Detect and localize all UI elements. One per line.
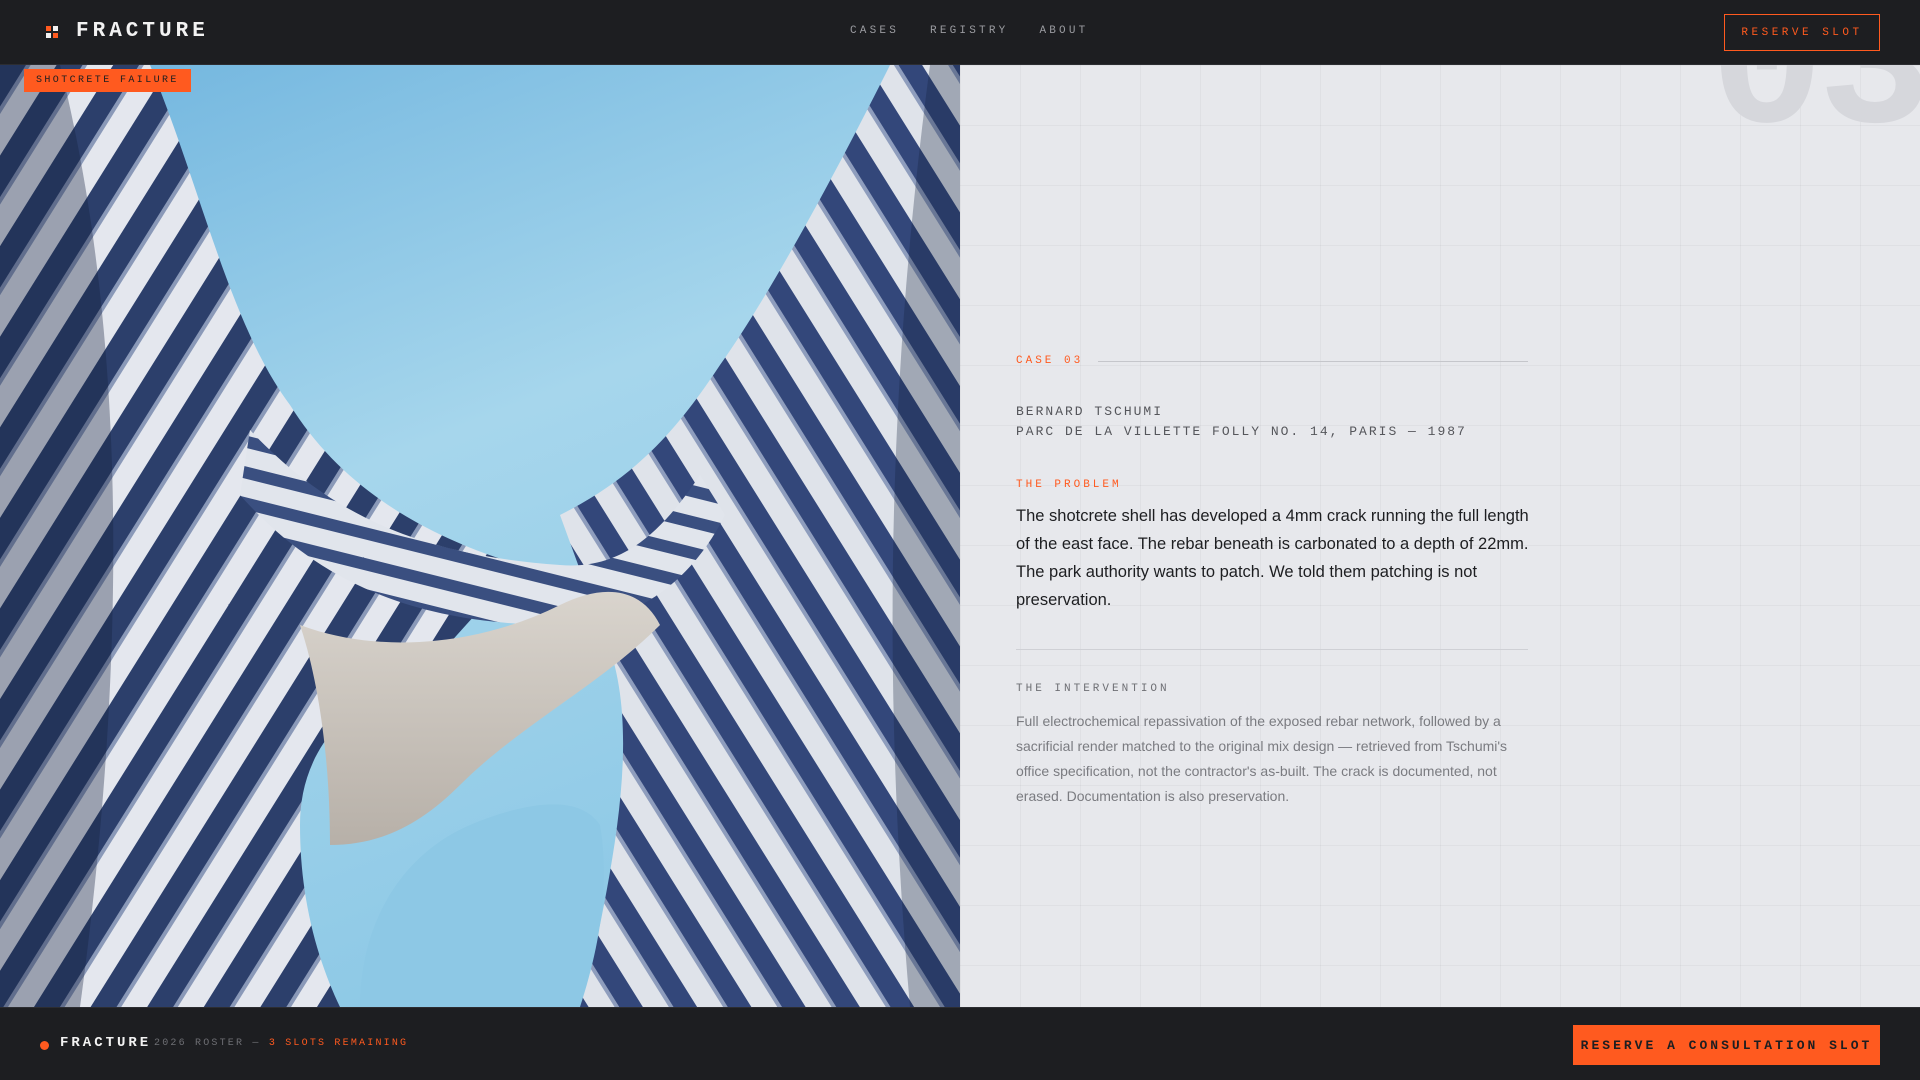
problem-heading: THE PROBLEM (1016, 479, 1122, 491)
nav-item-about[interactable]: ABOUT (1039, 25, 1088, 37)
footer-brand: FRACTURE (60, 1035, 152, 1051)
logo-mark-icon (46, 25, 60, 40)
architect-name: BERNARD TSCHUMI (1016, 404, 1164, 419)
problem-description: The shotcrete shell has developed a 4mm … (1016, 507, 1529, 609)
project-location: PARC DE LA VILLETTE FOLLY NO. 14, PARIS … (1016, 424, 1467, 439)
brand-name: FRACTURE (76, 20, 209, 43)
case-details-panel: 03 CASE 03 BERNARD TSCHUMI PARC DE LA VI… (960, 65, 1920, 1007)
slots-remaining: 3 SLOTS REMAINING (268, 1038, 409, 1049)
roster-status: 2026 ROSTER — 3 SLOTS REMAINING (154, 1038, 408, 1049)
intervention-heading: THE INTERVENTION (1016, 683, 1170, 695)
case-label: CASE 03 (1016, 355, 1084, 367)
reserve-consultation-button[interactable]: RESERVE A CONSULTATION SLOT (1573, 1025, 1880, 1065)
divider (1098, 361, 1528, 362)
nav-item-registry[interactable]: REGISTRY (930, 25, 1008, 37)
brand-logo[interactable]: FRACTURE (46, 20, 209, 43)
case-photo: SHOTCRETE FAILURE (0, 65, 960, 1007)
roster-label: 2026 ROSTER — (154, 1038, 269, 1049)
divider (1016, 649, 1528, 650)
main-nav: CASES REGISTRY ABOUT (850, 25, 1088, 37)
case-attribution: BERNARD TSCHUMI PARC DE LA VILLETTE FOLL… (1016, 402, 1467, 442)
case-number-watermark: 03 (1709, 65, 1920, 179)
failure-type-tag: SHOTCRETE FAILURE (24, 69, 191, 92)
footer-bar: FRACTURE 2026 ROSTER — 3 SLOTS REMAINING… (0, 1007, 1920, 1080)
building-photo-illustration (0, 65, 960, 1007)
intervention-description: Full electrochemical repassivation of th… (1016, 713, 1508, 804)
status-dot-icon (40, 1041, 49, 1050)
reserve-slot-button[interactable]: RESERVE SLOT (1724, 14, 1880, 51)
nav-item-cases[interactable]: CASES (850, 25, 899, 37)
top-nav-bar: FRACTURE CASES REGISTRY ABOUT RESERVE SL… (0, 0, 1920, 65)
